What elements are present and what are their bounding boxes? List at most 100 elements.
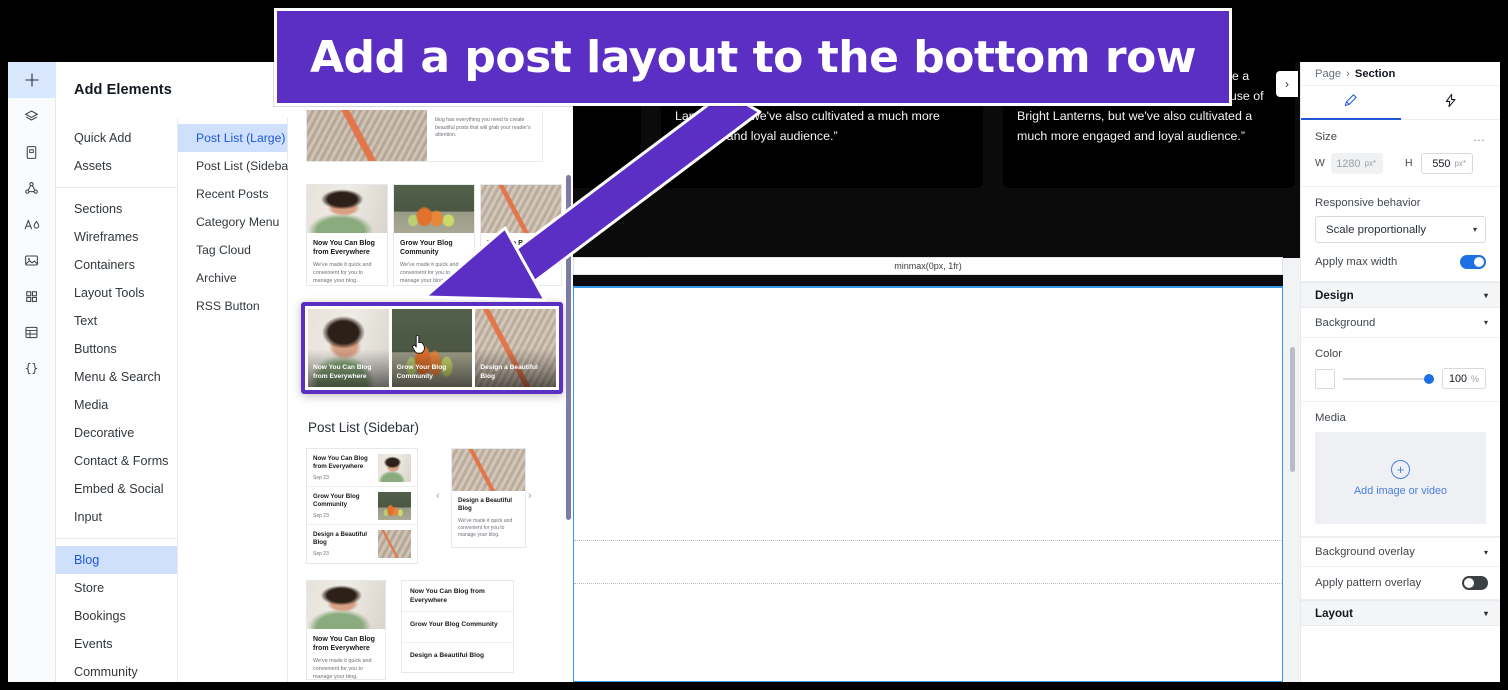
grid-track-label: minmax(0px, 1fr)	[573, 257, 1283, 275]
background-section-header[interactable]: Background ▾	[1301, 308, 1500, 338]
category-buttons[interactable]: Buttons	[56, 335, 177, 363]
gallery-thumb-card[interactable]: Now You Can Blog from Everywhere We've m…	[306, 184, 388, 286]
width-unit: px*	[1364, 159, 1376, 168]
category-input[interactable]: Input	[56, 503, 177, 531]
carousel-next-icon[interactable]: ›	[528, 490, 532, 502]
lightning-icon	[1443, 93, 1458, 113]
category-quick-add[interactable]: Quick Add	[56, 124, 177, 152]
media-icon[interactable]	[8, 242, 56, 278]
category-label: Assets	[74, 159, 112, 173]
gallery-thumb-vertical-card[interactable]: Now You Can Blog from Everywhere We've m…	[306, 580, 386, 680]
category-label: Embed & Social	[74, 482, 164, 496]
width-value: 1280	[1336, 157, 1361, 170]
tab-interactions[interactable]	[1401, 86, 1501, 119]
apply-max-width-toggle[interactable]	[1460, 255, 1486, 269]
gallery-thumb-title-list[interactable]: Now You Can Blog from Everywhere Grow Yo…	[401, 580, 514, 673]
width-field[interactable]: 1280 px*	[1331, 153, 1383, 174]
opacity-field[interactable]: 100 %	[1442, 368, 1486, 389]
thumb-title: Now You Can Blog from Everywhere	[313, 636, 375, 653]
pages-icon[interactable]	[8, 134, 56, 170]
color-swatch[interactable]	[1315, 368, 1335, 389]
category-community[interactable]: Community	[56, 658, 177, 682]
category-media[interactable]: Media	[56, 391, 177, 419]
thumb-overlay-title: Now You Can Blog from Everywhere	[313, 364, 372, 381]
apply-pattern-overlay-toggle[interactable]	[1462, 576, 1488, 590]
apps-market-icon[interactable]	[8, 278, 56, 314]
subcategory-archive[interactable]: Archive	[178, 264, 287, 292]
annotation-banner-text: Add a post layout to the bottom row	[309, 31, 1197, 83]
subcategory-label: Category Menu	[196, 215, 280, 229]
thumb-title: Grow Your Blog Community	[313, 493, 360, 509]
dev-mode-icon[interactable]	[8, 350, 56, 386]
thumb-title: Now You Can Blog from Everywhere	[313, 240, 375, 257]
height-field[interactable]: 550 px*	[1421, 153, 1473, 174]
category-label: Events	[74, 637, 113, 651]
category-decorative[interactable]: Decorative	[56, 419, 177, 447]
add-media-dropzone[interactable]: + Add image or video	[1315, 432, 1486, 524]
selected-thumb-cell[interactable]: Now You Can Blog from Everywhere	[308, 309, 389, 387]
media-section: Media + Add image or video	[1301, 402, 1500, 537]
selected-thumb-cell[interactable]: Grow Your Blog Community	[391, 309, 473, 387]
responsive-behavior-select[interactable]: Scale proportionally ▾	[1315, 216, 1486, 243]
opacity-slider[interactable]	[1343, 373, 1434, 384]
subcategory-rss-button[interactable]: RSS Button	[178, 292, 287, 320]
subcategory-post-list-sidebar[interactable]: Post List (Sidebar)	[178, 152, 296, 180]
add-elements-panel: Add Elements Quick Add Assets Sections W…	[56, 62, 573, 682]
category-layout-tools[interactable]: Layout Tools	[56, 279, 177, 307]
category-embed-social[interactable]: Embed & Social	[56, 475, 177, 503]
size-more-icon[interactable]: …	[1473, 130, 1486, 144]
template-gallery[interactable]: blog has everything you need to create b…	[288, 110, 573, 682]
category-wireframes[interactable]: Wireframes	[56, 223, 177, 251]
subcategory-post-list-large[interactable]: Post List (Large)	[178, 124, 287, 152]
category-containers[interactable]: Containers	[56, 251, 177, 279]
gallery-scrollbar[interactable]	[566, 175, 571, 520]
apps-icon[interactable]	[8, 170, 56, 206]
theme-icon[interactable]	[8, 206, 56, 242]
layers-icon[interactable]	[8, 98, 56, 134]
category-blog[interactable]: Blog	[56, 546, 177, 574]
canvas-scrollbar[interactable]	[1290, 347, 1295, 472]
chevron-down-icon: ▾	[1472, 225, 1477, 234]
category-assets[interactable]: Assets	[56, 152, 177, 180]
inspector-tabs	[1301, 86, 1500, 120]
carousel-prev-icon[interactable]: ‹	[436, 490, 440, 502]
cms-icon[interactable]	[8, 314, 56, 350]
category-contact-forms[interactable]: Contact & Forms	[56, 447, 177, 475]
background-section-label: Background	[1315, 316, 1376, 329]
gallery-thumb-carousel-card[interactable]: Design a Beautiful Blog We've made it qu…	[451, 448, 526, 548]
size-section: Size … W 1280 px* H 550 px*	[1301, 120, 1500, 187]
selected-row-region[interactable]	[573, 286, 1283, 682]
category-events[interactable]: Events	[56, 630, 177, 658]
thumb-body: blog has everything you need to create b…	[435, 117, 531, 139]
collapse-inspector-button[interactable]: ›	[1276, 71, 1298, 97]
category-label: Input	[74, 510, 103, 524]
thumb-body: We've made it quick and convenient for y…	[313, 261, 372, 284]
background-overlay-label: Background overlay	[1315, 546, 1415, 558]
selected-template-highlight[interactable]: Now You Can Blog from Everywhere Grow Yo…	[301, 302, 563, 394]
category-store[interactable]: Store	[56, 574, 177, 602]
subcategory-recent-posts[interactable]: Recent Posts	[178, 180, 287, 208]
category-column: Quick Add Assets Sections Wireframes Con…	[56, 118, 178, 682]
gallery-thumb-featured[interactable]: blog has everything you need to create b…	[306, 110, 543, 162]
chevron-down-icon: ▾	[1483, 608, 1488, 618]
subcategory-category-menu[interactable]: Category Menu	[178, 208, 287, 236]
design-canvas[interactable]: havey’veed numbers have increased. Sure,…	[573, 62, 1300, 682]
category-text[interactable]: Text	[56, 307, 177, 335]
category-menu-search[interactable]: Menu & Search	[56, 363, 177, 391]
gallery-thumb-card[interactable]: Design a Beautiful Blog We've made it qu…	[480, 184, 562, 286]
width-label: W	[1315, 158, 1325, 169]
subcategory-tag-cloud[interactable]: Tag Cloud	[178, 236, 287, 264]
layout-section-header[interactable]: Layout ▾	[1301, 600, 1500, 626]
add-elements-icon[interactable]	[8, 62, 56, 98]
inspector-panel: Page › Section Size … W 1280 px* H 550 p…	[1300, 62, 1500, 682]
pattern-overlay-label: Apply pattern overlay	[1315, 577, 1422, 589]
category-bookings[interactable]: Bookings	[56, 602, 177, 630]
background-overlay-header[interactable]: Background overlay ▾	[1301, 537, 1500, 567]
breadcrumb-parent[interactable]: Page	[1315, 68, 1341, 80]
tab-design[interactable]	[1301, 86, 1401, 120]
gallery-thumb-sidebar-list[interactable]: Now You Can Blog from Everywhere Sep 23 …	[306, 448, 418, 564]
gallery-thumb-card[interactable]: Grow Your Blog Community We've made it q…	[393, 184, 475, 286]
design-section-header[interactable]: Design ▾	[1301, 282, 1500, 308]
selected-thumb-cell[interactable]: Design a Beautiful Blog	[475, 309, 557, 387]
category-sections[interactable]: Sections	[56, 195, 177, 223]
